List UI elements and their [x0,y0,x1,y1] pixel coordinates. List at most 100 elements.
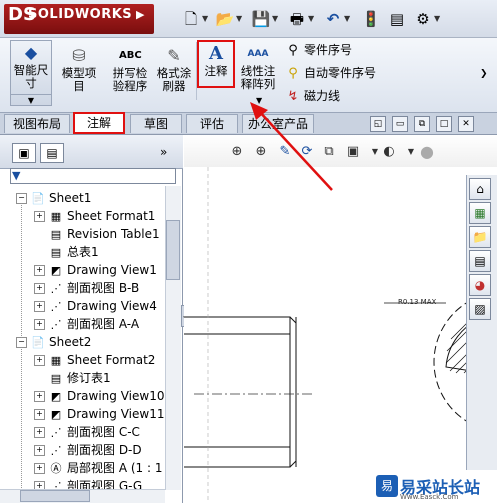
format-painter-label: 格式涂刷器 [156,66,192,93]
chevron-down-icon[interactable]: ▼ [10,94,52,106]
task-pane [466,175,497,503]
menu-expand-icon[interactable]: ▶ [136,8,144,21]
expand-icon[interactable]: + [34,211,45,222]
tile-window-icon[interactable]: ⧉ [414,116,430,132]
tab-annotation[interactable]: 注解 [73,112,125,134]
annotation-button[interactable]: A 注释 [197,40,235,88]
expand-icon[interactable]: + [34,445,45,456]
tree-filter-field[interactable] [10,168,176,184]
expand-icon[interactable]: + [34,409,45,420]
model-items-button[interactable]: ⛁ 模型项目 [58,44,100,100]
balloon-icon: ⚲ [288,43,298,58]
chevron-down-icon[interactable]: ▼ [344,12,352,26]
appearances-icon[interactable]: ◕ [469,274,491,296]
expand-icon[interactable]: + [34,265,45,276]
tree-item[interactable]: − 📄 Sheet1 [16,189,91,207]
tab-view-layout[interactable]: 视图布局 [4,114,70,133]
undo-icon[interactable]: ↶ [322,9,344,29]
spell-check-button[interactable]: ABC 拼写检验程序 [108,44,152,100]
design-library-icon[interactable]: ▦ [469,202,491,224]
expand-icon[interactable]: + [34,319,45,330]
horizontal-scrollbar-thumb[interactable] [20,490,90,502]
open-folder-icon[interactable]: 📂 [214,9,236,29]
tree-item[interactable]: + ◩ Drawing View10 [34,387,164,405]
options-icon[interactable]: ⚙ [412,9,434,29]
balloon-button[interactable]: ⚲ 零件序号 [284,41,352,59]
expand-panel-icon[interactable]: » [160,143,176,161]
instruction-arrow [250,102,333,191]
annotation-icon: A [209,43,223,64]
tree-item-icon: 📄 [31,335,45,349]
tree-item-label: 剖面视图 B-B [67,281,140,295]
print-icon[interactable]: 🖶 [286,9,308,29]
collapse-icon[interactable]: − [16,337,27,348]
format-painter-button[interactable]: ✎ 格式涂刷器 [154,44,194,100]
tree-item[interactable]: + ▦ Sheet Format1 [34,207,155,225]
chevron-down-icon[interactable]: ▼ [202,12,210,26]
hide-show-items-icon[interactable]: ◐ [380,143,398,161]
tree-item-label: Sheet Format1 [67,209,156,223]
expand-icon[interactable]: + [34,355,45,366]
tree-item[interactable]: + ⋰ 剖面视图 C-C [34,423,140,441]
tree-item[interactable]: ▤ 修订表1 [34,369,111,387]
close-window-icon[interactable]: ✕ [458,116,474,132]
file-explorer-icon[interactable]: 📁 [469,226,491,248]
tree-item[interactable]: + ◩ Drawing View1 [34,261,157,279]
rebuild-icon[interactable]: 🚦 [360,9,382,29]
linear-note-pattern-button[interactable]: AAA 线性注释阵列 [238,42,278,96]
tree-item-label: 剖面视图 D-D [67,443,142,457]
chevron-down-icon[interactable]: ▼ [308,12,316,26]
tree-item-label: Drawing View1 [67,263,157,277]
tree-item[interactable]: ▤ Revision Table1 [34,225,160,243]
scrollbar-thumb[interactable] [166,220,180,280]
tree-item[interactable]: + ⋰ Drawing View4 [34,297,157,315]
chevron-down-icon[interactable]: ▼ [434,12,442,26]
expand-icon[interactable]: + [34,427,45,438]
appearance-icon[interactable]: ● [418,143,436,161]
tree-item[interactable]: + ▦ Sheet Format2 [34,351,155,369]
tab-evaluate[interactable]: 评估 [186,114,238,133]
expand-icon[interactable]: + [34,463,45,474]
auto-balloon-button[interactable]: ⚲ 自动零件序号 [284,64,376,82]
custom-properties-icon[interactable]: ▨ [469,298,491,320]
tree-item[interactable]: ▤ 总表1 [34,243,99,261]
chevron-down-icon[interactable]: ▼ [272,12,280,26]
file-properties-icon[interactable]: ▤ [386,9,408,29]
tab-sketch[interactable]: 草图 [130,114,182,133]
tree-item-icon: ⋰ [50,425,62,439]
chevron-down-icon[interactable]: ▼ [236,12,244,26]
format-painter-icon: ✎ [167,46,181,65]
auto-balloon-icon: ⚲ [288,66,298,81]
minimize-window-icon[interactable]: ▭ [392,116,408,132]
expand-icon[interactable]: + [34,301,45,312]
tree-item[interactable]: + ⋰ 剖面视图 D-D [34,441,142,459]
tree-item-label: Drawing View10 [67,389,165,403]
tree-item[interactable]: + Ⓐ 局部视图 A (1 : 1 [34,459,162,477]
detail-circle [433,302,466,422]
restore-window-icon[interactable]: ◱ [370,116,386,132]
ribbon-scroll-arrow-icon[interactable]: ❯ [480,68,492,80]
collapse-icon[interactable]: − [16,193,27,204]
expand-icon[interactable]: + [34,283,45,294]
solidworks-resources-icon[interactable]: ⌂ [469,178,491,200]
tree-item-label: 局部视图 A (1 : 1 [67,461,163,475]
tree-item[interactable]: − 📄 Sheet2 [16,333,91,351]
model-items-icon: ⛁ [72,46,86,65]
tree-item-label: 剖面视图 A-A [67,317,140,331]
save-icon[interactable]: 💾 [250,9,272,29]
spell-check-label: 拼写检验程序 [112,66,148,93]
new-document-icon[interactable]: 🗋 [180,9,202,29]
solidworks-logo-text: SOLIDWORKS [28,7,133,22]
feature-manager-tab-icon[interactable]: ▣ [12,143,36,163]
expand-icon[interactable]: + [34,391,45,402]
radius-dimension-text[interactable]: R0.13 MAX [398,298,436,306]
tree-item-icon: ⋰ [50,299,62,313]
tree-item[interactable]: + ◩ Drawing View11 [34,405,164,423]
property-manager-tab-icon[interactable]: ▤ [40,143,64,163]
tree-item-icon: ◩ [50,263,62,277]
tree-item[interactable]: + ⋰ 剖面视图 A-A [34,315,139,333]
maximize-window-icon[interactable]: □ [436,116,452,132]
view-palette-icon[interactable]: ▤ [469,250,491,272]
tree-item[interactable]: + ⋰ 剖面视图 B-B [34,279,139,297]
linear-note-pattern-icon: AAA [247,49,269,59]
